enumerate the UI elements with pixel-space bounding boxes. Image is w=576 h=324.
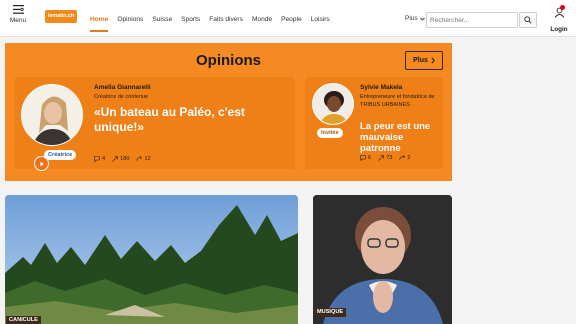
nav-people[interactable]: People	[281, 0, 302, 37]
shares-count: 73	[386, 155, 393, 161]
article-card[interactable]: MUSIQUE	[313, 195, 452, 324]
opinion-headline[interactable]: «Un bateau au Paléo, c'est unique!»	[94, 105, 289, 134]
repost-icon	[136, 156, 143, 161]
nav-loisirs[interactable]: Loisirs	[311, 0, 330, 37]
author-badge: Invitée	[317, 128, 343, 138]
chevron-right-icon	[431, 57, 435, 64]
author-role: Créatrice de contenue	[94, 94, 149, 100]
shares-stat[interactable]: 180	[112, 156, 129, 162]
opinion-headline[interactable]: La peur est une mauvaise patronne	[360, 121, 442, 154]
opinions-section: Opinions Plus Créatrice Amelia Giannarel…	[5, 43, 452, 181]
article-category-tag: CANICULE	[6, 316, 41, 324]
hamburger-icon	[12, 5, 24, 14]
login-button[interactable]: Login	[548, 5, 570, 33]
shares-stat[interactable]: 73	[378, 155, 392, 161]
site-logo[interactable]: lematin.ch	[45, 10, 77, 23]
article-card[interactable]: CANICULE	[5, 195, 298, 324]
search-button[interactable]	[519, 12, 537, 28]
nav-opinions[interactable]: Opinions	[117, 0, 143, 37]
engagement-stats: 4 180 12	[94, 156, 158, 162]
comments-count: 6	[368, 155, 372, 161]
opinion-card[interactable]: Invitée Sylvie Makela Entrepreneure et f…	[305, 77, 443, 169]
search-input[interactable]	[426, 12, 518, 28]
opinion-card[interactable]: Créatrice Amelia Giannarelli Créatrice d…	[14, 77, 295, 171]
nav-plus-label: Plus	[405, 15, 418, 22]
reposts-count: 12	[144, 156, 151, 162]
main-nav: Home Opinions Suisse Sports Faits divers…	[90, 0, 339, 37]
share-icon	[378, 155, 384, 161]
article-image	[313, 195, 452, 324]
comments-stat[interactable]: 4	[94, 156, 105, 162]
comment-icon	[360, 155, 366, 161]
comment-icon	[94, 156, 100, 162]
author-role: Entrepreneure et fondatrice de TRIBUS UR…	[360, 94, 435, 108]
menu-label: Menu	[9, 17, 27, 24]
opinions-title: Opinions	[196, 52, 261, 69]
author-name: Sylvie Makela	[360, 84, 403, 91]
article-category-tag: MUSIQUE	[314, 308, 347, 317]
author-photo	[312, 83, 354, 125]
nav-faits-divers[interactable]: Faits divers	[209, 0, 243, 37]
login-label: Login	[550, 26, 568, 33]
opinions-plus-button[interactable]: Plus	[405, 51, 443, 70]
share-icon	[112, 156, 118, 162]
author-badge: Créatrice	[44, 150, 77, 160]
article-image	[5, 195, 298, 324]
nav-monde[interactable]: Monde	[252, 0, 272, 37]
notification-dot	[560, 5, 565, 10]
comments-stat[interactable]: 6	[360, 155, 371, 161]
comments-count: 4	[102, 156, 106, 162]
author-photo	[21, 84, 83, 146]
menu-button[interactable]: Menu	[7, 5, 29, 24]
search-icon	[524, 16, 532, 24]
reposts-count: 2	[407, 155, 411, 161]
site-header: Menu lematin.ch Home Opinions Suisse Spo…	[0, 0, 576, 37]
nav-suisse[interactable]: Suisse	[152, 0, 172, 37]
shares-count: 180	[120, 156, 130, 162]
opinions-plus-label: Plus	[413, 57, 428, 64]
chevron-down-icon	[419, 16, 425, 21]
reposts-stat[interactable]: 12	[136, 156, 151, 162]
nav-sports[interactable]: Sports	[181, 0, 200, 37]
reposts-stat[interactable]: 2	[399, 155, 410, 161]
nav-home[interactable]: Home	[90, 0, 109, 37]
author-name: Amelia Giannarelli	[94, 84, 151, 91]
play-icon	[40, 161, 44, 166]
repost-icon	[399, 155, 406, 160]
engagement-stats: 6 73 2	[360, 155, 417, 161]
nav-plus-dropdown[interactable]: Plus	[405, 15, 425, 22]
